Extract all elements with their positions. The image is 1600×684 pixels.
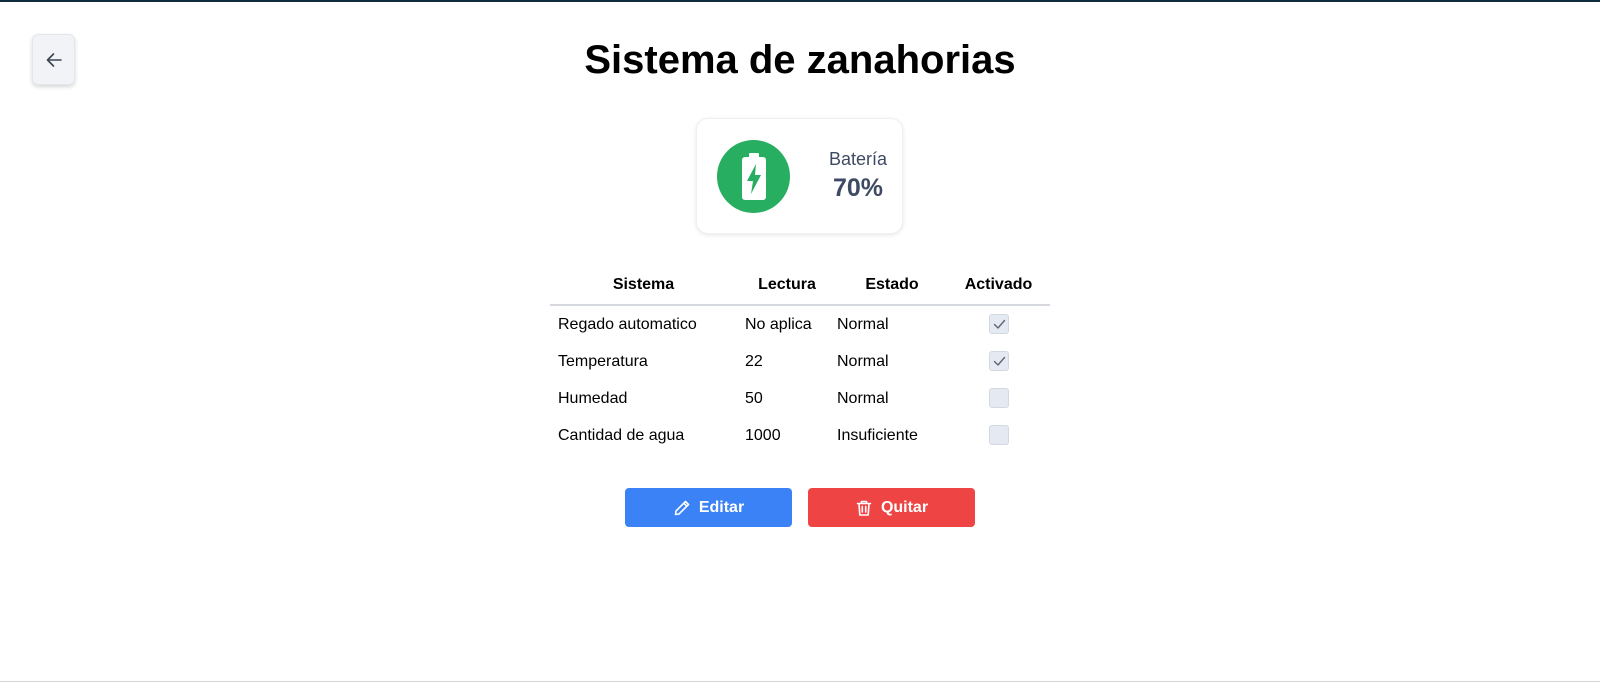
- battery-value: 70%: [832, 174, 884, 202]
- cell-estado: Normal: [837, 389, 889, 407]
- window-bottom-border: [0, 681, 1600, 682]
- table-row: Humedad 50 Normal: [550, 380, 1050, 417]
- edit-button[interactable]: Editar: [625, 488, 792, 527]
- column-header-activado: Activado: [947, 266, 1050, 306]
- cell-lectura: 50: [745, 389, 763, 407]
- systems-table: Sistema Lectura Estado Activado Regado a…: [550, 266, 1050, 454]
- remove-button-label: Quitar: [880, 498, 929, 516]
- column-header-sistema: Sistema: [550, 266, 737, 306]
- column-header-estado: Estado: [837, 266, 947, 306]
- battery-charging-icon: [717, 140, 790, 213]
- table-header-row: Sistema Lectura Estado Activado: [550, 266, 1050, 306]
- cell-sistema: Humedad: [558, 389, 628, 407]
- activado-checkbox[interactable]: [988, 313, 1009, 334]
- cell-sistema: Regado automatico: [558, 315, 697, 333]
- cell-estado: Normal: [837, 315, 889, 333]
- cell-sistema: Temperatura: [558, 352, 648, 370]
- page-title: Sistema de zanahorias: [584, 38, 1016, 82]
- battery-label: Batería: [828, 149, 888, 169]
- table-row: Temperatura 22 Normal: [550, 343, 1050, 380]
- table-row: Regado automatico No aplica Normal: [550, 305, 1050, 343]
- pencil-icon: [673, 499, 691, 517]
- battery-card: Batería 70%: [696, 118, 903, 234]
- cell-lectura: 1000: [745, 426, 781, 444]
- column-header-lectura: Lectura: [737, 266, 837, 306]
- remove-button[interactable]: Quitar: [808, 488, 975, 527]
- cell-sistema: Cantidad de agua: [558, 426, 685, 444]
- window-top-border: [0, 0, 1600, 2]
- cell-lectura: No aplica: [745, 315, 812, 333]
- cell-lectura: 22: [745, 352, 763, 370]
- cell-estado: Normal: [837, 352, 889, 370]
- activado-checkbox[interactable]: [988, 350, 1009, 371]
- trash-icon: [855, 499, 873, 517]
- edit-button-label: Editar: [698, 498, 745, 516]
- table-row: Cantidad de agua 1000 Insuficiente: [550, 417, 1050, 454]
- activado-checkbox[interactable]: [988, 387, 1009, 408]
- cell-estado: Insuficiente: [837, 426, 918, 444]
- activado-checkbox[interactable]: [988, 424, 1009, 445]
